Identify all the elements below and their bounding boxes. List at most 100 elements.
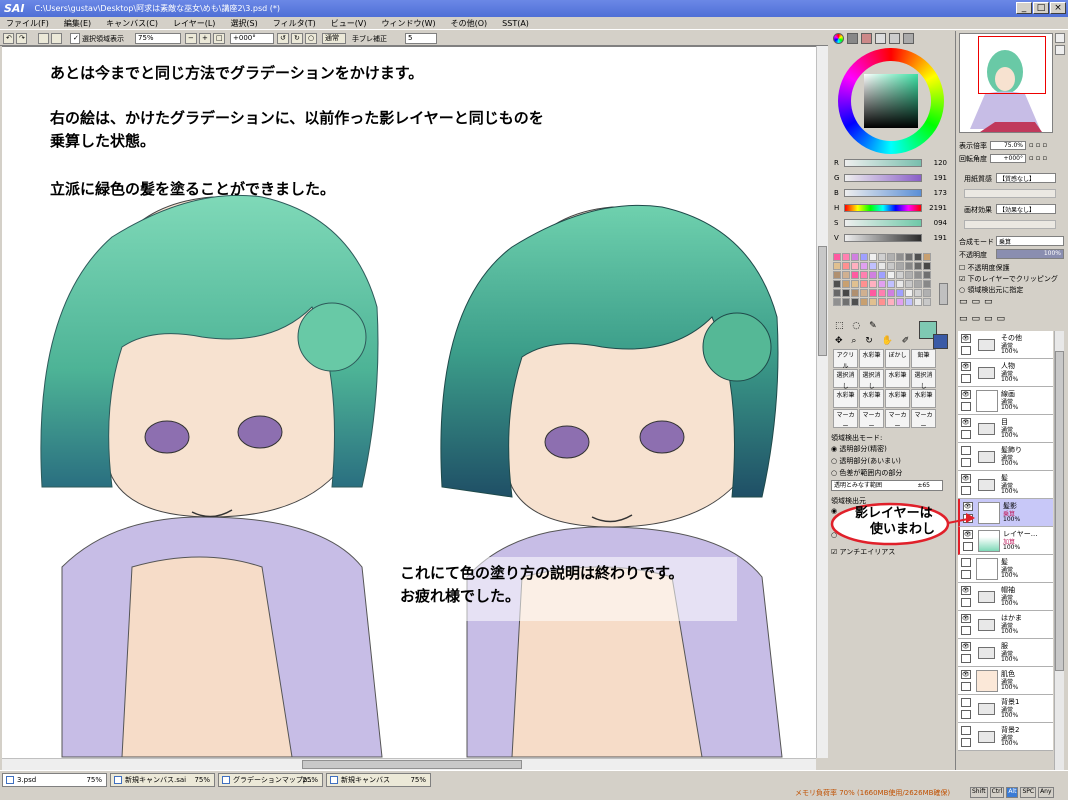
zoom-out-icon[interactable]: − — [185, 33, 197, 44]
zoom-reset-icon[interactable]: □ — [213, 33, 225, 44]
mixer-icon[interactable] — [875, 33, 886, 44]
selection-checkbox[interactable]: ✓ — [70, 33, 80, 44]
canvas-tab-2[interactable]: 新規キャンバス.sai 75% — [110, 773, 215, 787]
rotate-right-icon[interactable]: ↻ — [291, 33, 303, 44]
color-swatch[interactable] — [887, 262, 895, 270]
navigator-viewport[interactable] — [978, 36, 1046, 94]
color-swatch[interactable] — [878, 280, 886, 288]
maximize-button[interactable]: □ — [1033, 2, 1049, 14]
lock-checkbox[interactable] — [961, 710, 971, 719]
lock-checkbox[interactable] — [961, 346, 971, 355]
color-swatch[interactable] — [833, 298, 841, 306]
visibility-icon[interactable]: 👁 — [961, 670, 971, 679]
invert-selection-icon[interactable] — [51, 33, 62, 44]
lock-checkbox[interactable] — [961, 458, 971, 467]
swatch-scroll[interactable] — [939, 283, 948, 305]
color-swatch[interactable] — [833, 253, 841, 261]
color-swatch[interactable] — [905, 262, 913, 270]
tool-row3-2[interactable]: 水彩筆 — [885, 389, 910, 408]
layer-actions-1[interactable]: ▭▭▭ — [959, 297, 1065, 311]
angle-select[interactable]: +000° — [230, 33, 274, 44]
layer-scroll-thumb[interactable] — [1055, 351, 1064, 671]
slider-r[interactable] — [844, 159, 922, 167]
color-swatch[interactable] — [842, 262, 850, 270]
layer-item[interactable]: 👁 服通常 100% — [958, 639, 1053, 667]
color-swatch[interactable] — [851, 289, 859, 297]
lock-checkbox[interactable] — [961, 598, 971, 607]
menu-file[interactable]: ファイル(F) — [6, 18, 49, 29]
nav-angle-field[interactable]: +000° — [990, 154, 1026, 163]
zoom-select[interactable]: 75% — [135, 33, 181, 44]
rotate-left-icon[interactable]: ↺ — [277, 33, 289, 44]
color-swatch[interactable] — [851, 253, 859, 261]
swatch-grid[interactable] — [833, 253, 951, 315]
color-swatch[interactable] — [869, 262, 877, 270]
menu-select[interactable]: 選択(S) — [230, 18, 257, 29]
layer-item[interactable]: 👁 帽袖 通常 100% — [958, 583, 1053, 611]
tool-row4-0[interactable]: マーカー — [833, 409, 858, 430]
visibility-icon[interactable] — [961, 446, 971, 455]
scratchpad-icon[interactable] — [903, 33, 914, 44]
slider-g[interactable] — [844, 174, 922, 182]
tool-row3-1[interactable]: 水彩筆 — [859, 389, 884, 408]
hsv-slider-icon[interactable] — [861, 33, 872, 44]
tool-row2-3[interactable]: 選択消し — [911, 369, 936, 390]
color-swatch[interactable] — [869, 298, 877, 306]
color-swatch[interactable] — [923, 280, 931, 288]
lock-checkbox[interactable] — [961, 486, 971, 495]
color-swatch[interactable] — [851, 280, 859, 288]
visibility-icon[interactable]: 👁 — [961, 334, 971, 343]
visibility-icon[interactable] — [961, 726, 971, 735]
menu-window[interactable]: ウィンドウ(W) — [381, 18, 435, 29]
layer-scrollbar[interactable] — [1054, 331, 1064, 771]
color-swatch[interactable] — [923, 298, 931, 306]
color-swatch[interactable] — [896, 253, 904, 261]
canvas-tab-4[interactable]: 新規キャンバス 75% — [326, 773, 431, 787]
navigator-zoom-out-icon[interactable] — [1055, 45, 1065, 55]
color-swatch[interactable] — [833, 271, 841, 279]
color-swatch[interactable] — [914, 253, 922, 261]
color-swatch[interactable] — [896, 271, 904, 279]
tool-row4-3[interactable]: マーカー — [911, 409, 936, 430]
color-swatch[interactable] — [869, 280, 877, 288]
swatch-icon[interactable] — [889, 33, 900, 44]
slider-v[interactable] — [844, 234, 922, 242]
menu-view[interactable]: ビュー(V) — [331, 18, 367, 29]
color-swatch[interactable] — [887, 253, 895, 261]
layer-item[interactable]: 👁 はかま 通常 100% — [958, 611, 1053, 639]
scroll-thumb[interactable] — [818, 246, 827, 356]
tool-row3-3[interactable]: 水彩筆 — [911, 389, 936, 408]
color-swatch[interactable] — [905, 271, 913, 279]
layer-item[interactable]: 背景1 通常 100% — [958, 695, 1053, 723]
color-wheel-icon[interactable] — [833, 33, 844, 44]
stabilizer-select[interactable]: 5 — [405, 33, 437, 44]
antialias-checkbox[interactable]: ☑ アンチエイリアス — [831, 547, 895, 557]
rgb-slider-icon[interactable] — [847, 33, 858, 44]
tool-row3-0[interactable]: 水彩筆 — [833, 389, 858, 408]
layer-actions-2[interactable]: ▭▭▭▭ — [959, 314, 1065, 328]
menu-edit[interactable]: 編集(E) — [64, 18, 91, 29]
color-swatch[interactable] — [896, 289, 904, 297]
color-swatch[interactable] — [833, 262, 841, 270]
color-wheel[interactable] — [838, 48, 944, 154]
color-swatch[interactable] — [869, 289, 877, 297]
canvas-vertical-scrollbar[interactable] — [816, 46, 828, 758]
opacity-slider[interactable]: 100% — [996, 249, 1064, 259]
color-swatch[interactable] — [869, 253, 877, 261]
tool-row2-2[interactable]: 水彩筆 — [885, 369, 910, 388]
effect-select[interactable]: 【効果なし】 — [996, 204, 1056, 214]
secondary-color-swatch[interactable] — [933, 334, 948, 349]
nav-tools[interactable]: ✥ ⌕ ↻ ✋ ✐ — [835, 336, 915, 348]
color-swatch[interactable] — [887, 298, 895, 306]
visibility-icon[interactable] — [961, 558, 971, 567]
tool-row4-2[interactable]: マーカー — [885, 409, 910, 430]
rotate-reset-icon[interactable]: ○ — [305, 33, 317, 44]
detect-option-3[interactable]: ○ 色差が範囲内の部分 — [831, 468, 902, 478]
tool-row1-0[interactable]: アクリル — [833, 349, 858, 370]
protect-checkbox[interactable]: ☐ 不透明度保護 — [959, 263, 1010, 273]
close-button[interactable]: × — [1050, 2, 1066, 14]
visibility-icon[interactable]: 👁 — [961, 390, 971, 399]
color-swatch[interactable] — [869, 271, 877, 279]
color-swatch[interactable] — [833, 280, 841, 288]
visibility-icon[interactable]: 👁 — [961, 586, 971, 595]
